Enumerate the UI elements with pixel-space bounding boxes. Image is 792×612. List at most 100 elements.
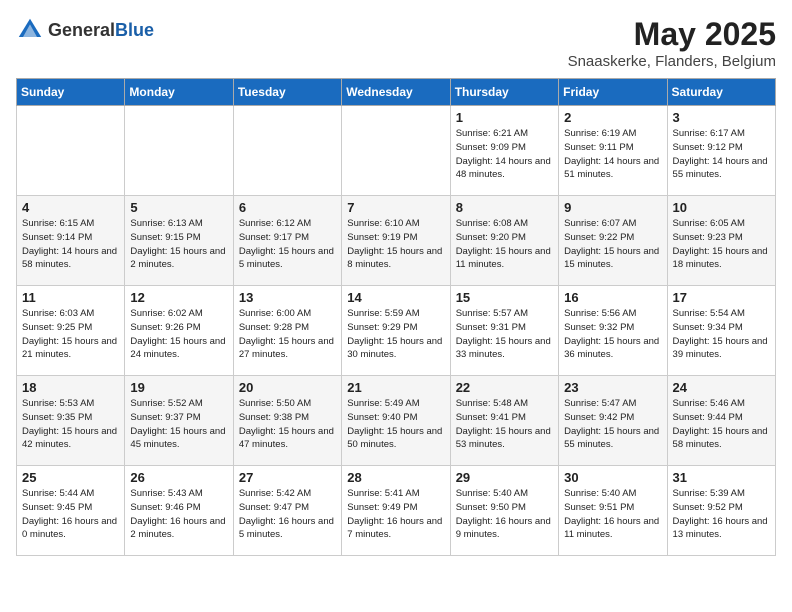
calendar-cell: 27Sunrise: 5:42 AM Sunset: 9:47 PM Dayli… xyxy=(233,466,341,556)
day-number: 4 xyxy=(22,200,119,215)
calendar-cell: 12Sunrise: 6:02 AM Sunset: 9:26 PM Dayli… xyxy=(125,286,233,376)
day-number: 10 xyxy=(673,200,770,215)
calendar-cell: 28 Sunrise: 5:41 AM Sunset: 9:49 PM Dayli… xyxy=(342,466,450,556)
day-number: 26 xyxy=(130,470,227,485)
calendar-cell xyxy=(125,106,233,196)
calendar-table: SundayMondayTuesdayWednesdayThursdayFrid… xyxy=(16,78,776,556)
day-number: 3 xyxy=(673,110,770,125)
day-info: Sunrise: 5:54 AM Sunset: 9:34 PM Dayligh… xyxy=(673,307,770,362)
header-friday: Friday xyxy=(559,79,667,106)
day-info: Sunrise: 5:57 AM Sunset: 9:31 PM Dayligh… xyxy=(456,307,553,362)
day-number: 17 xyxy=(673,290,770,305)
calendar-cell: 21Sunrise: 5:49 AM Sunset: 9:40 PM Dayli… xyxy=(342,376,450,466)
day-number: 1 xyxy=(456,110,553,125)
calendar-week-3: 11 Sunrise: 6:03 AM Sunset: 9:25 PM Dayli… xyxy=(17,286,776,376)
calendar-cell xyxy=(342,106,450,196)
calendar-cell: 14 Sunrise: 5:59 AM Sunset: 9:29 PM Dayli… xyxy=(342,286,450,376)
day-number: 2 xyxy=(564,110,661,125)
day-info: Sunrise: 5:49 AM Sunset: 9:40 PM Dayligh… xyxy=(347,397,444,452)
header-wednesday: Wednesday xyxy=(342,79,450,106)
header-thursday: Thursday xyxy=(450,79,558,106)
day-number: 29 xyxy=(456,470,553,485)
day-number: 13 xyxy=(239,290,336,305)
calendar-cell: 6Sunrise: 6:12 AM Sunset: 9:17 PM Daylig… xyxy=(233,196,341,286)
calendar-cell: 23 Sunrise: 5:47 AM Sunset: 9:42 PM Dayli… xyxy=(559,376,667,466)
day-info: Sunrise: 6:21 AM Sunset: 9:09 PM Dayligh… xyxy=(456,127,553,182)
calendar-cell: 15 Sunrise: 5:57 AM Sunset: 9:31 PM Dayli… xyxy=(450,286,558,376)
day-info: Sunrise: 5:47 AM Sunset: 9:42 PM Dayligh… xyxy=(564,397,661,452)
calendar-cell: 13 Sunrise: 6:00 AM Sunset: 9:28 PM Dayli… xyxy=(233,286,341,376)
calendar-cell: 30 Sunrise: 5:40 AM Sunset: 9:51 PM Dayli… xyxy=(559,466,667,556)
day-info: Sunrise: 5:41 AM Sunset: 9:49 PM Dayligh… xyxy=(347,487,444,542)
calendar-cell: 17 Sunrise: 5:54 AM Sunset: 9:34 PM Dayli… xyxy=(667,286,775,376)
day-number: 7 xyxy=(347,200,444,215)
calendar-cell: 29 Sunrise: 5:40 AM Sunset: 9:50 PM Dayli… xyxy=(450,466,558,556)
calendar-week-1: 1 Sunrise: 6:21 AM Sunset: 9:09 PM Daylig… xyxy=(17,106,776,196)
calendar-cell: 25 Sunrise: 5:44 AM Sunset: 9:45 PM Dayli… xyxy=(17,466,125,556)
day-info: Sunrise: 6:12 AM Sunset: 9:17 PM Dayligh… xyxy=(239,217,336,272)
calendar-week-2: 4 Sunrise: 6:15 AM Sunset: 9:14 PM Daylig… xyxy=(17,196,776,286)
day-info: Sunrise: 5:44 AM Sunset: 9:45 PM Dayligh… xyxy=(22,487,119,542)
day-info: Sunrise: 5:40 AM Sunset: 9:50 PM Dayligh… xyxy=(456,487,553,542)
day-info: Sunrise: 6:17 AM Sunset: 9:12 PM Dayligh… xyxy=(673,127,770,182)
day-info: Sunrise: 6:08 AM Sunset: 9:20 PM Dayligh… xyxy=(456,217,553,272)
calendar-cell: 1 Sunrise: 6:21 AM Sunset: 9:09 PM Daylig… xyxy=(450,106,558,196)
calendar-cell: 8 Sunrise: 6:08 AM Sunset: 9:20 PM Daylig… xyxy=(450,196,558,286)
day-number: 20 xyxy=(239,380,336,395)
day-number: 16 xyxy=(564,290,661,305)
logo-icon xyxy=(16,16,44,44)
day-info: Sunrise: 5:48 AM Sunset: 9:41 PM Dayligh… xyxy=(456,397,553,452)
calendar-cell: 10Sunrise: 6:05 AM Sunset: 9:23 PM Dayli… xyxy=(667,196,775,286)
day-info: Sunrise: 6:15 AM Sunset: 9:14 PM Dayligh… xyxy=(22,217,119,272)
day-number: 5 xyxy=(130,200,227,215)
day-number: 23 xyxy=(564,380,661,395)
day-number: 19 xyxy=(130,380,227,395)
calendar-cell: 24 Sunrise: 5:46 AM Sunset: 9:44 PM Dayli… xyxy=(667,376,775,466)
calendar-cell: 26Sunrise: 5:43 AM Sunset: 9:46 PM Dayli… xyxy=(125,466,233,556)
day-info: Sunrise: 6:13 AM Sunset: 9:15 PM Dayligh… xyxy=(130,217,227,272)
day-info: Sunrise: 6:07 AM Sunset: 9:22 PM Dayligh… xyxy=(564,217,661,272)
logo: GeneralBlue xyxy=(16,16,154,44)
day-info: Sunrise: 6:00 AM Sunset: 9:28 PM Dayligh… xyxy=(239,307,336,362)
calendar-cell xyxy=(233,106,341,196)
day-number: 27 xyxy=(239,470,336,485)
calendar-cell: 9Sunrise: 6:07 AM Sunset: 9:22 PM Daylig… xyxy=(559,196,667,286)
month-title: May 2025 xyxy=(568,16,776,53)
location-subtitle: Snaaskerke, Flanders, Belgium xyxy=(568,53,776,70)
day-number: 18 xyxy=(22,380,119,395)
day-number: 28 xyxy=(347,470,444,485)
calendar-cell: 11 Sunrise: 6:03 AM Sunset: 9:25 PM Dayli… xyxy=(17,286,125,376)
day-number: 14 xyxy=(347,290,444,305)
day-number: 15 xyxy=(456,290,553,305)
day-info: Sunrise: 5:40 AM Sunset: 9:51 PM Dayligh… xyxy=(564,487,661,542)
calendar-cell xyxy=(17,106,125,196)
calendar-cell: 3 Sunrise: 6:17 AM Sunset: 9:12 PM Daylig… xyxy=(667,106,775,196)
day-info: Sunrise: 6:10 AM Sunset: 9:19 PM Dayligh… xyxy=(347,217,444,272)
calendar-cell: 31Sunrise: 5:39 AM Sunset: 9:52 PM Dayli… xyxy=(667,466,775,556)
header-tuesday: Tuesday xyxy=(233,79,341,106)
day-number: 11 xyxy=(22,290,119,305)
calendar-cell: 19Sunrise: 5:52 AM Sunset: 9:37 PM Dayli… xyxy=(125,376,233,466)
day-number: 24 xyxy=(673,380,770,395)
title-block: May 2025 Snaaskerke, Flanders, Belgium xyxy=(568,16,776,70)
day-number: 30 xyxy=(564,470,661,485)
day-info: Sunrise: 6:03 AM Sunset: 9:25 PM Dayligh… xyxy=(22,307,119,362)
logo-blue: Blue xyxy=(115,20,154,40)
calendar-cell: 22 Sunrise: 5:48 AM Sunset: 9:41 PM Dayli… xyxy=(450,376,558,466)
day-info: Sunrise: 5:46 AM Sunset: 9:44 PM Dayligh… xyxy=(673,397,770,452)
day-info: Sunrise: 5:53 AM Sunset: 9:35 PM Dayligh… xyxy=(22,397,119,452)
calendar-header-row: SundayMondayTuesdayWednesdayThursdayFrid… xyxy=(17,79,776,106)
logo-general: General xyxy=(48,20,115,40)
day-info: Sunrise: 5:39 AM Sunset: 9:52 PM Dayligh… xyxy=(673,487,770,542)
page-header: GeneralBlue May 2025 Snaaskerke, Flander… xyxy=(16,16,776,70)
header-monday: Monday xyxy=(125,79,233,106)
day-info: Sunrise: 6:19 AM Sunset: 9:11 PM Dayligh… xyxy=(564,127,661,182)
day-number: 22 xyxy=(456,380,553,395)
day-number: 8 xyxy=(456,200,553,215)
day-number: 25 xyxy=(22,470,119,485)
calendar-cell: 4 Sunrise: 6:15 AM Sunset: 9:14 PM Daylig… xyxy=(17,196,125,286)
calendar-cell: 18 Sunrise: 5:53 AM Sunset: 9:35 PM Dayli… xyxy=(17,376,125,466)
day-info: Sunrise: 5:59 AM Sunset: 9:29 PM Dayligh… xyxy=(347,307,444,362)
day-info: Sunrise: 5:56 AM Sunset: 9:32 PM Dayligh… xyxy=(564,307,661,362)
calendar-cell: 7 Sunrise: 6:10 AM Sunset: 9:19 PM Daylig… xyxy=(342,196,450,286)
